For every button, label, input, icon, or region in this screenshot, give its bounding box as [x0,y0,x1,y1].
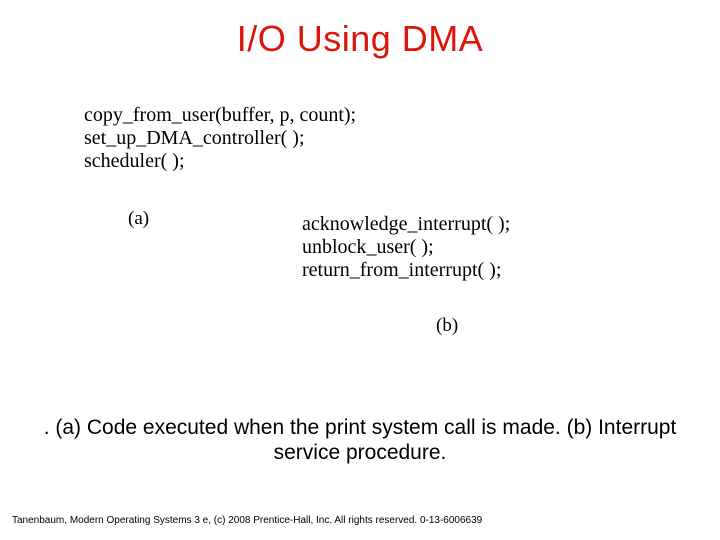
code-text: controller( ); [203,127,305,149]
underscore-glyph [366,236,376,259]
code-text: up [116,127,136,149]
code-text: user( ); [376,236,433,258]
label-b: (b) [436,315,458,337]
code-text: DMA [146,127,193,149]
code-block-a: copy from user(buffer, p, count); setup DMA… [84,104,356,173]
underscore-glyph [408,213,418,236]
code-a-line3: scheduler( ); [84,150,356,173]
code-text: user(buffer, p, count); [182,104,356,126]
underscore-glyph [193,127,203,150]
code-text: interrupt( ); [409,259,502,281]
underscore-glyph [399,259,409,282]
underscore-glyph [123,104,133,127]
slide-title: I/O Using DMA [0,18,720,60]
slide: I/O Using DMA copy from user(buffer, p, co… [0,0,720,540]
code-b-line3: return from interrupt( ); [302,259,510,282]
footer-text: Tanenbaum, Modern Operating Systems 3 e,… [12,515,482,526]
underscore-glyph [350,259,360,282]
label-a: (a) [128,208,149,230]
caption-text: . (a) Code executed when the print syste… [40,415,680,465]
code-b-line2: unblock user( ); [302,236,510,259]
code-text: set [84,127,106,149]
code-a-line2: setup DMA controller( ); [84,127,356,150]
underscore-glyph [106,127,116,150]
code-text: interrupt( ); [418,213,511,235]
code-text: from [133,104,172,126]
code-text: unblock [302,236,366,258]
underscore-glyph [172,104,182,127]
code-b-line1: acknowledge interrupt( ); [302,213,510,236]
code-text: copy [84,104,123,126]
code-text: from [360,259,399,281]
underscore-glyph [136,127,146,150]
code-text: return [302,259,350,281]
code-block-b: acknowledge interrupt( ); unblock user( );… [302,213,510,282]
code-a-line1: copy from user(buffer, p, count); [84,104,356,127]
code-text: acknowledge [302,213,408,235]
